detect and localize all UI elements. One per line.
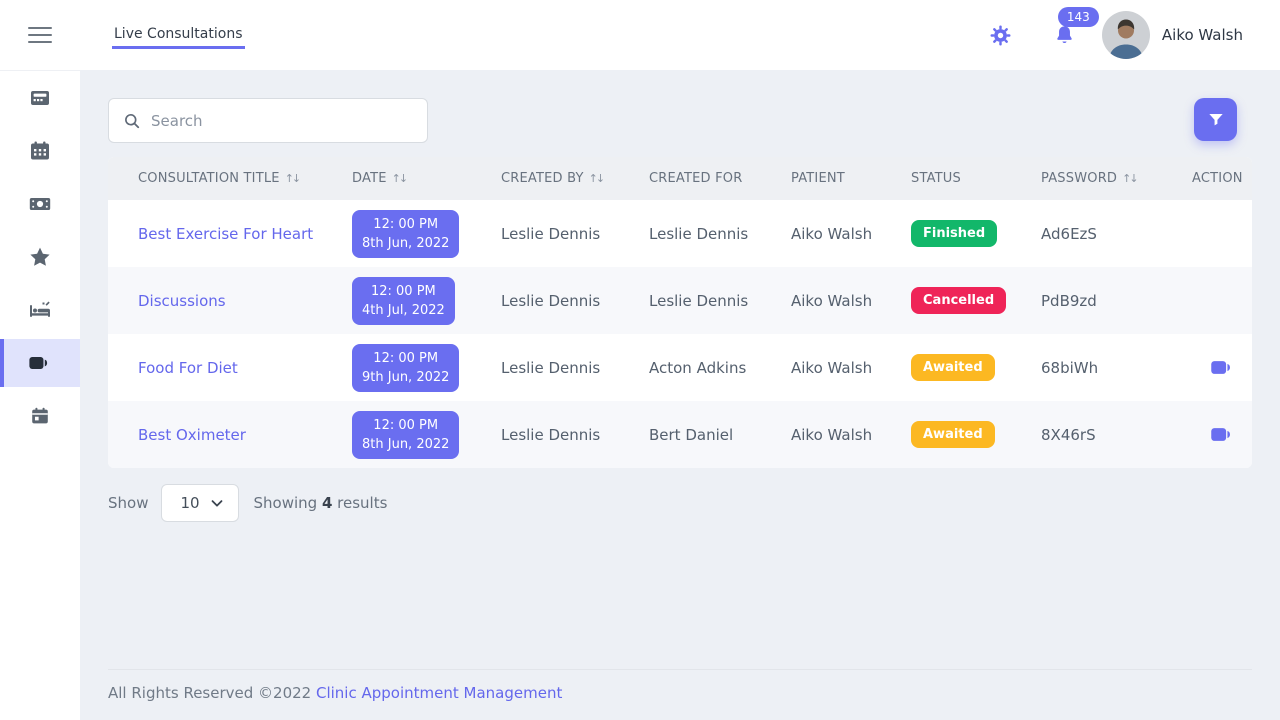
sidebar-item-live-consultations[interactable]: [0, 339, 80, 387]
schedule-icon: [29, 405, 51, 427]
sort-icon: ↑↓: [285, 172, 299, 185]
header-right-cluster: 143 Aiko Walsh: [990, 11, 1243, 59]
main-content: CONSULTATION TITLE ↑↓ DATE ↑↓ CREATED BY…: [80, 70, 1280, 720]
column-header[interactable]: ACTION ↑↓: [1192, 171, 1252, 186]
sidebar-item-reviews[interactable]: [0, 233, 80, 281]
sidebar-item-payments[interactable]: [0, 180, 80, 228]
created-by-cell: Leslie Dennis: [501, 426, 649, 444]
column-header[interactable]: DATE ↑↓: [352, 171, 501, 186]
join-video-call-button[interactable]: [1209, 421, 1236, 448]
created-for-cell: Bert Daniel: [649, 426, 791, 444]
sidebar: [0, 70, 80, 720]
result-count: 4: [322, 494, 332, 512]
patient-cell: Aiko Walsh: [791, 359, 911, 377]
consultation-title-link[interactable]: Discussions: [138, 292, 226, 310]
consultation-title-link[interactable]: Food For Diet: [138, 359, 238, 377]
hamburger-icon: [28, 27, 52, 29]
avatar[interactable]: [1102, 11, 1150, 59]
password-cell: Ad6EzS: [1041, 225, 1192, 243]
table-row: Best Oximeter 12: 00 PM8th Jun, 2022 Les…: [108, 401, 1252, 468]
date-badge: 12: 00 PM4th Jul, 2022: [352, 277, 455, 325]
notification-count-badge: 143: [1058, 7, 1099, 27]
date-badge: 12: 00 PM8th Jun, 2022: [352, 411, 459, 459]
footer-brand-link[interactable]: Clinic Appointment Management: [316, 684, 562, 702]
settings-button[interactable]: [990, 25, 1011, 46]
patient-cell: Aiko Walsh: [791, 225, 911, 243]
password-cell: PdB9zd: [1041, 292, 1192, 310]
filter-button[interactable]: [1194, 98, 1237, 141]
pagination: Show 10 Showing 4 results: [108, 484, 1252, 522]
consultations-table: CONSULTATION TITLE ↑↓ DATE ↑↓ CREATED BY…: [108, 157, 1252, 468]
sidebar-item-wards[interactable]: [0, 286, 80, 334]
filter-funnel-icon: [1206, 110, 1226, 130]
column-header[interactable]: PASSWORD ↑↓: [1041, 171, 1192, 186]
password-cell: 68biWh: [1041, 359, 1192, 377]
column-header[interactable]: CONSULTATION TITLE ↑↓: [138, 171, 352, 186]
created-by-cell: Leslie Dennis: [501, 292, 649, 310]
status-badge: Finished: [911, 220, 997, 247]
sort-icon: ↑↓: [589, 172, 603, 185]
column-header[interactable]: STATUS ↑↓: [911, 171, 1041, 186]
status-badge: Awaited: [911, 421, 995, 448]
show-label: Show: [108, 494, 148, 512]
search-box: [108, 98, 428, 143]
search-icon: [123, 112, 141, 130]
status-badge: Awaited: [911, 354, 995, 381]
sort-icon: ↑↓: [1122, 172, 1136, 185]
created-by-cell: Leslie Dennis: [501, 225, 649, 243]
avatar-image: [1102, 11, 1150, 59]
column-header[interactable]: PATIENT ↑↓: [791, 171, 911, 186]
search-input[interactable]: [151, 112, 401, 130]
column-header[interactable]: CREATED FOR ↑↓: [649, 171, 791, 186]
status-badge: Cancelled: [911, 287, 1006, 314]
chevron-down-icon: [208, 494, 226, 512]
calendar-icon: [28, 139, 52, 163]
consultation-title-link[interactable]: Best Oximeter: [138, 426, 246, 444]
sidebar-item-appointments[interactable]: [0, 127, 80, 175]
consultation-title-link[interactable]: Best Exercise For Heart: [138, 225, 313, 243]
password-cell: 8X46rS: [1041, 426, 1192, 444]
created-for-cell: Leslie Dennis: [649, 225, 791, 243]
date-badge: 12: 00 PM8th Jun, 2022: [352, 210, 459, 258]
date-badge: 12: 00 PM9th Jun, 2022: [352, 344, 459, 392]
star-icon: [28, 245, 52, 269]
table-header-row: CONSULTATION TITLE ↑↓ DATE ↑↓ CREATED BY…: [108, 157, 1252, 200]
patient-cell: Aiko Walsh: [791, 426, 911, 444]
created-for-cell: Leslie Dennis: [649, 292, 791, 310]
bell-icon: [1053, 24, 1076, 47]
copyright-text: All Rights Reserved ©2022: [108, 684, 316, 702]
notifications-button[interactable]: 143: [1053, 24, 1076, 47]
sidebar-item-schedule[interactable]: [0, 392, 80, 440]
table-row: Food For Diet 12: 00 PM9th Jun, 2022 Les…: [108, 334, 1252, 401]
menu-toggle-button[interactable]: [28, 22, 52, 48]
dashboard-icon: [28, 86, 52, 110]
user-name: Aiko Walsh: [1162, 26, 1243, 44]
video-camera-icon: [1209, 354, 1236, 381]
join-video-call-button[interactable]: [1209, 354, 1236, 381]
table-row: Discussions 12: 00 PM4th Jul, 2022 Lesli…: [108, 267, 1252, 334]
bed-icon: [28, 298, 52, 322]
page-size-value: 10: [180, 494, 199, 512]
sidebar-item-dashboard[interactable]: [0, 74, 80, 122]
video-camera-icon: [1209, 421, 1236, 448]
patient-cell: Aiko Walsh: [791, 292, 911, 310]
payments-icon: [28, 192, 52, 216]
footer: All Rights Reserved ©2022 Clinic Appoint…: [108, 669, 1252, 720]
video-camera-icon: [27, 350, 53, 376]
created-for-cell: Acton Adkins: [649, 359, 791, 377]
tab-live-consultations[interactable]: Live Consultations: [112, 0, 245, 49]
table-row: Best Exercise For Heart 12: 00 PM8th Jun…: [108, 200, 1252, 267]
toolbar: [108, 98, 1252, 143]
sort-icon: ↑↓: [392, 172, 406, 185]
page-size-select[interactable]: 10: [161, 484, 239, 522]
table-body: Best Exercise For Heart 12: 00 PM8th Jun…: [108, 200, 1252, 468]
top-bar: Live Consultations 143: [0, 0, 1280, 70]
created-by-cell: Leslie Dennis: [501, 359, 649, 377]
gear-icon: [990, 25, 1011, 46]
column-header[interactable]: CREATED BY ↑↓: [501, 171, 649, 186]
results-summary: Showing 4 results: [253, 494, 387, 512]
